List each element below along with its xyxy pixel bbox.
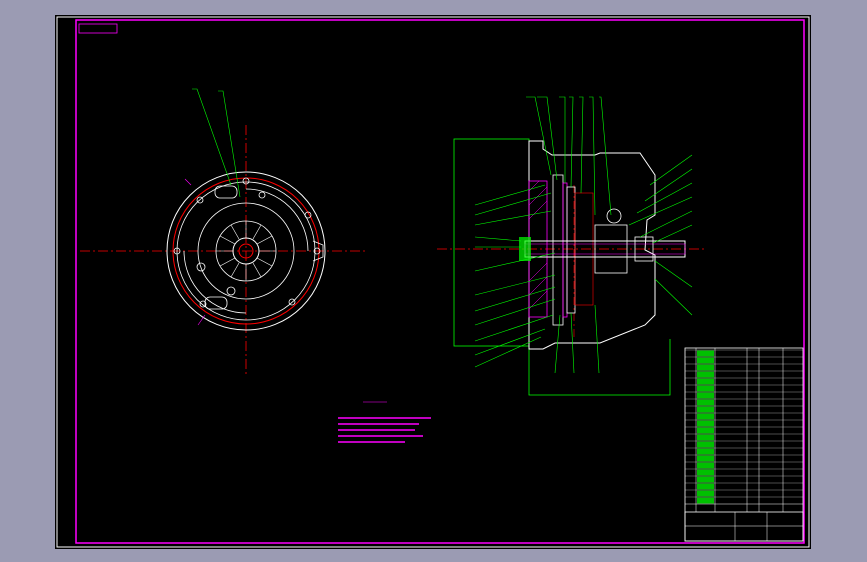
envelope-bottom	[528, 339, 671, 396]
parts-row-cell	[697, 462, 714, 469]
envelope-left	[453, 138, 530, 347]
drive-lug-bottom	[204, 296, 228, 310]
bell-housing	[528, 140, 656, 350]
friction-disc	[562, 182, 568, 318]
parts-row-cell	[697, 441, 714, 448]
parts-row-cell	[697, 469, 714, 476]
parts-row-cell	[697, 448, 714, 455]
clutch-assembly-drawing	[56, 16, 810, 548]
parts-row-cell	[697, 385, 714, 392]
front-view-leaders	[192, 88, 241, 198]
parts-row-cell	[697, 378, 714, 385]
parts-list-table	[684, 347, 804, 542]
parts-row-cell	[697, 427, 714, 434]
drawing-canvas	[55, 15, 811, 549]
parts-row-cell	[697, 364, 714, 371]
fork-pivot	[606, 208, 622, 224]
parts-row-cell	[697, 420, 714, 427]
parts-row-cell	[697, 455, 714, 462]
technical-notes	[338, 401, 431, 443]
pilot-bearing	[519, 237, 531, 261]
pressure-plate	[552, 174, 564, 326]
parts-row-cell	[697, 476, 714, 483]
section-view	[437, 96, 705, 396]
flywheel-hatch	[528, 180, 548, 310]
parts-row-cell	[697, 406, 714, 413]
parts-row-cell	[697, 434, 714, 441]
stamp-box	[78, 23, 118, 34]
parts-row-cell	[697, 490, 714, 497]
section-leaders	[474, 96, 693, 374]
parts-row-cell	[697, 357, 714, 364]
parts-row-cell	[697, 371, 714, 378]
parts-row-cell	[697, 399, 714, 406]
parts-row-cell	[697, 413, 714, 420]
notes-text-block	[338, 417, 431, 443]
parts-row-cell	[697, 350, 714, 357]
front-view	[80, 88, 365, 375]
parts-row-cell	[697, 497, 714, 504]
parts-row-cell	[697, 392, 714, 399]
parts-row-cell	[697, 483, 714, 490]
